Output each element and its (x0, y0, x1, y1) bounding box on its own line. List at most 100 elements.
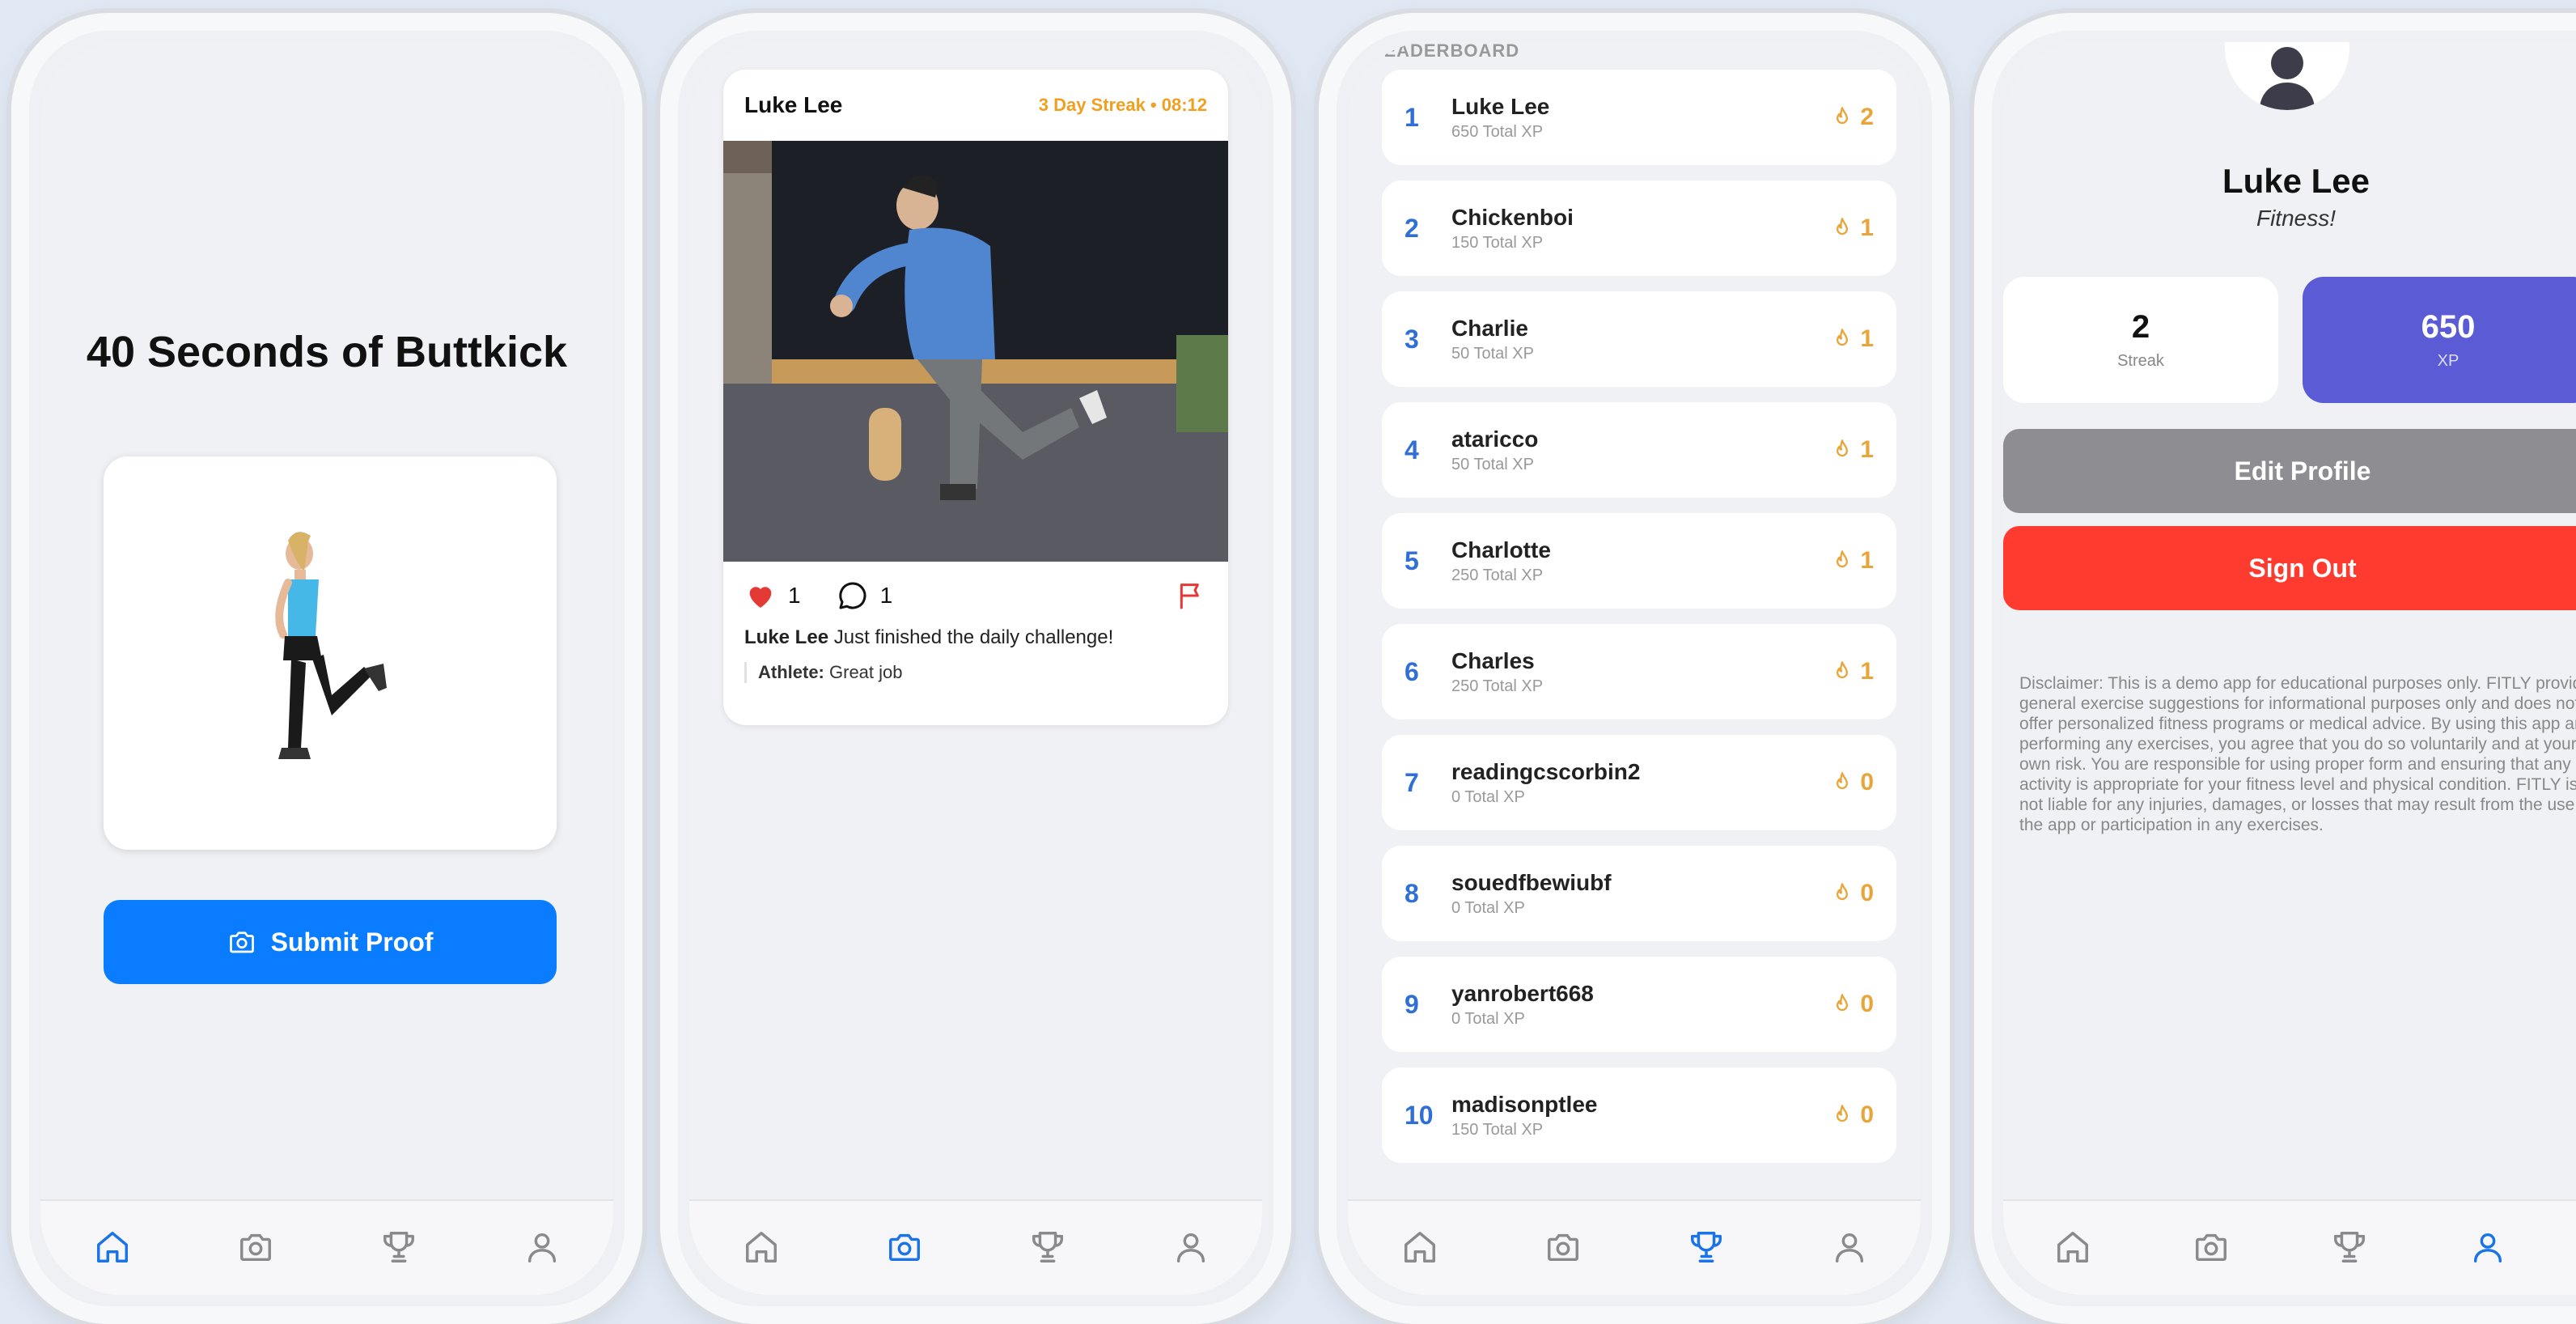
tab-profile[interactable] (1163, 1219, 1219, 1275)
camera-icon (886, 1229, 923, 1266)
heart-icon[interactable] (744, 579, 777, 612)
player-streak: 1 (1831, 214, 1874, 242)
player-info: Charles 250 Total XP (1451, 648, 1831, 696)
player-name: Luke Lee (1451, 93, 1550, 119)
rank-number: 9 (1405, 989, 1419, 1019)
tab-home[interactable] (1392, 1219, 1448, 1275)
player-info: Luke Lee 650 Total XP (1451, 94, 1831, 142)
streak-count: 0 (1860, 769, 1874, 796)
phone-home: 40 Seconds of Buttkick Submit Proof (11, 13, 642, 1324)
leaderboard-screen: LEADERBOARD 1 Luke Lee 650 Total XP 2 2 Chick… (1348, 42, 1921, 1295)
player-total-xp: 0 Total XP (1451, 898, 1525, 917)
player-streak: 0 (1831, 880, 1874, 907)
rank-number: 10 (1405, 1100, 1434, 1130)
streak-count: 0 (1860, 880, 1874, 906)
profile-screen: Luke Lee Fitness! 2 Streak 650 XP Edit P… (2003, 42, 2576, 1295)
tab-camera[interactable] (2183, 1219, 2239, 1275)
player-info: Charlotte 250 Total XP (1451, 537, 1831, 585)
tab-profile[interactable] (1821, 1219, 1878, 1275)
rank-number: 1 (1405, 102, 1419, 132)
tab-leaderboard[interactable] (1019, 1219, 1076, 1275)
flame-icon (1831, 993, 1854, 1016)
player-total-xp: 150 Total XP (1451, 233, 1544, 252)
flame-icon (1831, 328, 1854, 350)
phone-leaderboard: LEADERBOARD 1 Luke Lee 650 Total XP 2 2 Chick… (1319, 13, 1950, 1324)
exercise-figure-illustration (275, 532, 387, 759)
disclaimer-text: Disclaimer: This is a demo app for educa… (2019, 674, 2576, 834)
post-photo[interactable] (723, 141, 1228, 562)
streak-count: 1 (1860, 325, 1874, 352)
post-header: Luke Lee 3 Day Streak • 08:12 (723, 70, 1228, 141)
comment-count: 1 (879, 583, 893, 608)
rank-number: 5 (1405, 545, 1419, 575)
player-info: ataricco 50 Total XP (1451, 426, 1831, 474)
player-total-xp: 150 Total XP (1451, 1120, 1544, 1139)
leaderboard-row[interactable]: 5 Charlotte 250 Total XP 1 (1382, 513, 1896, 609)
tab-bar (1348, 1199, 1921, 1295)
flag-icon[interactable] (1175, 579, 1207, 612)
submit-proof-button[interactable]: Submit Proof (104, 900, 557, 984)
feed-screen: Luke Lee 3 Day Streak • 08:12 1 1 Luke L… (689, 42, 1262, 1295)
streak-count: 1 (1860, 658, 1874, 685)
leaderboard-row[interactable]: 9 yanrobert668 0 Total XP 0 (1382, 957, 1896, 1052)
player-streak: 2 (1831, 104, 1874, 131)
sign-out-button[interactable]: Sign Out (2003, 526, 2576, 610)
tab-leaderboard[interactable] (1678, 1219, 1735, 1275)
tab-leaderboard[interactable] (2321, 1219, 2378, 1275)
trophy-icon (380, 1229, 417, 1266)
profile-motto: Fitness! (2256, 206, 2337, 231)
post-username[interactable]: Luke Lee (744, 92, 842, 118)
tab-camera[interactable] (227, 1219, 284, 1275)
player-total-xp: 0 Total XP (1451, 1009, 1525, 1028)
leaderboard-row[interactable]: 4 ataricco 50 Total XP 1 (1382, 402, 1896, 498)
home-screen: 40 Seconds of Buttkick Submit Proof (40, 42, 613, 1295)
leaderboard-row[interactable]: 7 readingcscorbin2 0 Total XP 0 (1382, 735, 1896, 830)
flame-icon (1831, 217, 1854, 240)
comment-author: Athlete: (758, 662, 824, 682)
tab-home[interactable] (84, 1219, 141, 1275)
player-streak: 0 (1831, 769, 1874, 796)
post-actions: 1 1 (723, 562, 1228, 612)
flame-icon (1831, 439, 1854, 461)
streak-count: 2 (1860, 104, 1874, 130)
comment-icon[interactable] (837, 579, 869, 612)
tab-profile[interactable] (514, 1219, 570, 1275)
tab-profile[interactable] (2459, 1219, 2516, 1275)
streak-value: 2 (2131, 309, 2150, 345)
leaderboard-header: LEADERBOARD (1372, 42, 1520, 61)
edit-profile-button[interactable]: Edit Profile (2003, 429, 2576, 513)
player-total-xp: 250 Total XP (1451, 677, 1544, 695)
player-total-xp: 650 Total XP (1451, 122, 1544, 141)
streak-count: 0 (1860, 991, 1874, 1017)
player-total-xp: 0 Total XP (1451, 787, 1525, 806)
flame-icon (1831, 882, 1854, 905)
xp-stat-card: 650 XP (2303, 277, 2576, 403)
leaderboard-row[interactable]: 1 Luke Lee 650 Total XP 2 (1382, 70, 1896, 165)
player-info: souedfbewiubf 0 Total XP (1451, 870, 1831, 918)
leaderboard-row[interactable]: 10 madisonptlee 150 Total XP 0 (1382, 1067, 1896, 1163)
leaderboard-row[interactable]: 6 Charles 250 Total XP 1 (1382, 624, 1896, 719)
leaderboard-row[interactable]: 2 Chickenboi 150 Total XP 1 (1382, 180, 1896, 276)
avatar[interactable] (2225, 42, 2349, 110)
post-card: Luke Lee 3 Day Streak • 08:12 1 1 Luke L… (723, 70, 1228, 725)
player-total-xp: 50 Total XP (1451, 455, 1534, 473)
player-info: readingcscorbin2 0 Total XP (1451, 759, 1831, 807)
user-icon (2469, 1229, 2506, 1266)
rank-number: 6 (1405, 656, 1419, 686)
tab-home[interactable] (733, 1219, 790, 1275)
leaderboard-row[interactable]: 3 Charlie 50 Total XP 1 (1382, 291, 1896, 387)
tab-leaderboard[interactable] (371, 1219, 427, 1275)
player-name: Charlie (1451, 315, 1528, 341)
streak-count: 0 (1860, 1101, 1874, 1128)
tab-camera[interactable] (1535, 1219, 1591, 1275)
tab-home[interactable] (2044, 1219, 2101, 1275)
camera-icon (237, 1229, 274, 1266)
phone-feed: Luke Lee 3 Day Streak • 08:12 1 1 Luke L… (660, 13, 1291, 1324)
player-info: Chickenboi 150 Total XP (1451, 205, 1831, 252)
tab-camera[interactable] (876, 1219, 933, 1275)
user-icon (523, 1229, 561, 1266)
player-name: Charles (1451, 647, 1535, 673)
phone-profile: Luke Lee Fitness! 2 Streak 650 XP Edit P… (1974, 13, 2576, 1324)
player-streak: 1 (1831, 325, 1874, 353)
leaderboard-row[interactable]: 8 souedfbewiubf 0 Total XP 0 (1382, 846, 1896, 941)
